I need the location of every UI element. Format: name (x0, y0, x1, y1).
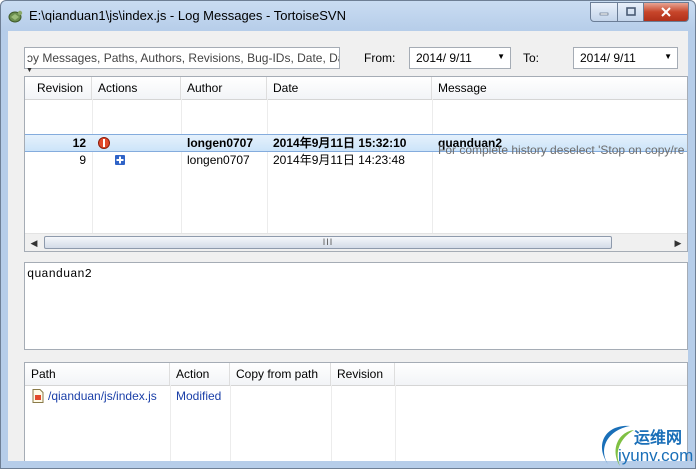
log-list[interactable]: Revision Actions Author Date Message 12 … (24, 76, 688, 252)
title-bar[interactable]: E:\qianduan1\js\index.js - Log Messages … (1, 1, 695, 31)
horizontal-scrollbar[interactable]: ◀ III ▶ (25, 233, 687, 251)
column-date[interactable]: Date (267, 77, 432, 99)
window-title: E:\qianduan1\js\index.js - Log Messages … (29, 8, 346, 23)
row-revision: 12 (72, 136, 86, 150)
message-text: quanduan2 (27, 267, 92, 281)
added-icon (115, 155, 125, 165)
column-revision[interactable]: Revision (25, 77, 92, 99)
dialog-client-area: ɔy Messages, Paths, Authors, Revisions, … (8, 31, 688, 461)
from-date-picker[interactable]: 2014/ 9/11 ▼ (409, 47, 511, 69)
window-controls (590, 2, 689, 22)
column-author[interactable]: Author (181, 77, 267, 99)
column-message[interactable]: Message (432, 77, 687, 99)
modified-icon (98, 137, 110, 149)
column-copy-from-path[interactable]: Copy from path (230, 363, 331, 385)
minimize-button[interactable] (590, 2, 618, 22)
path-value: /qianduan/js/index.js (48, 389, 157, 403)
stop-on-copy-hint: For complete history deselect 'Stop on c… (438, 143, 685, 157)
close-button[interactable] (644, 2, 689, 22)
to-label: To: (523, 51, 540, 65)
changed-paths-header: Path Action Copy from path Revision (25, 363, 687, 386)
to-date-value: 2014/ 9/11 (580, 51, 636, 65)
column-path-revision[interactable]: Revision (331, 363, 395, 385)
tortoise-icon (8, 10, 23, 23)
scroll-left-icon[interactable]: ◀ (26, 235, 42, 251)
scroll-right-icon[interactable]: ▶ (670, 235, 686, 251)
from-date-dropdown-icon[interactable]: ▼ (497, 52, 505, 61)
scroll-thumb[interactable]: III (44, 236, 612, 249)
log-list-header: Revision Actions Author Date Message (25, 77, 687, 100)
column-action[interactable]: Action (170, 363, 230, 385)
row-date: 2014年9月11日 15:32:10 (273, 136, 407, 150)
row-author: longen0707 (187, 136, 254, 150)
to-date-picker[interactable]: 2014/ 9/11 ▼ (573, 47, 678, 69)
maximize-button[interactable] (618, 2, 644, 22)
window-frame: E:\qianduan1\js\index.js - Log Messages … (0, 0, 696, 469)
from-date-value: 2014/ 9/11 (416, 51, 472, 65)
from-label: From: (364, 51, 396, 65)
minimize-icon (599, 12, 609, 16)
row-author: longen0707 (187, 153, 250, 167)
scroll-grip: III (322, 237, 334, 247)
watermark-cn: 运维网 (634, 430, 683, 447)
row-revision: 9 (79, 153, 86, 167)
column-path[interactable]: Path (25, 363, 170, 385)
maximize-icon (625, 7, 636, 16)
to-date-dropdown-icon[interactable]: ▼ (664, 52, 672, 61)
filter-dropdown-icon[interactable]: ▼ (26, 67, 33, 74)
site-watermark: 运维网 iyunv.com (588, 420, 696, 469)
row-date: 2014年9月11日 14:23:48 (273, 153, 405, 167)
column-actions[interactable]: Actions (92, 77, 181, 99)
path-row[interactable]: /qianduan/js/index.js Modified (25, 388, 687, 406)
close-icon (661, 7, 671, 17)
file-icon (32, 389, 44, 403)
path-action: Modified (176, 389, 222, 403)
message-detail-pane[interactable]: quanduan2 (24, 262, 688, 350)
search-filter-input[interactable]: ɔy Messages, Paths, Authors, Revisions, … (24, 47, 340, 69)
watermark-url: iyunv.com (618, 446, 694, 465)
